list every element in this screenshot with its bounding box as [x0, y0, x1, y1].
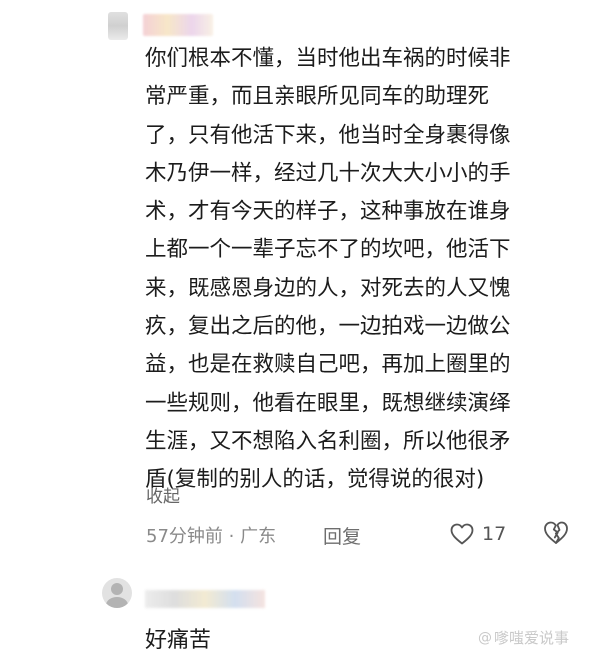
heart-outline-icon	[450, 523, 474, 545]
collapse-button[interactable]: 收起	[146, 482, 180, 507]
username-blurred[interactable]	[143, 14, 213, 36]
avatar[interactable]	[108, 12, 128, 40]
comment-meta: 57分钟前 · 广东	[146, 526, 277, 547]
comment-text: 你们根本不懂，当时他出车祸的时候非 常严重，而且亲眼所见同车的助理死 了，只有他…	[145, 46, 511, 493]
reply-button[interactable]: 回复	[323, 522, 361, 549]
comment-item: 你们根本不懂，当时他出车祸的时候非 常严重，而且亲眼所见同车的助理死 了，只有他…	[0, 0, 600, 560]
at-sign: @	[478, 629, 492, 646]
watermark-text: 嗲嗤爱说事	[494, 629, 570, 647]
comment-text: 好痛苦	[145, 628, 212, 653]
like-button[interactable]: 17	[450, 518, 506, 550]
dislike-button[interactable]	[543, 520, 569, 548]
avatar[interactable]	[102, 578, 132, 608]
watermark: @ 嗲嗤爱说事	[478, 627, 569, 648]
like-count: 17	[482, 523, 507, 545]
broken-heart-icon	[544, 521, 568, 544]
username-blurred[interactable]	[145, 590, 265, 608]
